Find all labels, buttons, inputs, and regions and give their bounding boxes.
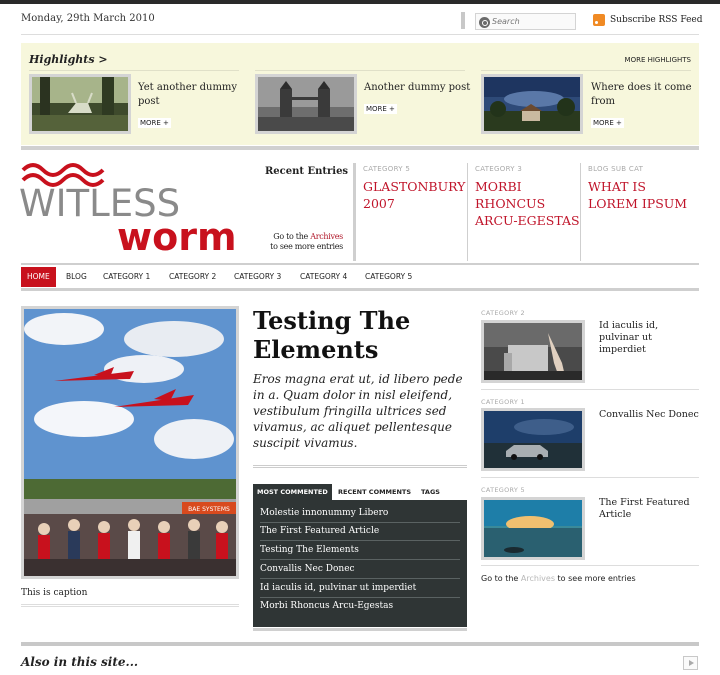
side-title[interactable]: The First Featured Article — [599, 497, 699, 521]
recent-entries-title: Recent Entries — [265, 166, 349, 177]
highlight-title[interactable]: Yet another dummy post — [138, 81, 248, 109]
archive-text: Go to the — [481, 574, 519, 583]
tab-tags[interactable]: TAGS — [417, 484, 444, 500]
site-logo[interactable]: WITLESS worm — [19, 160, 243, 254]
tab-panel: Molestie innonummy Libero The First Feat… — [253, 500, 467, 627]
divider — [21, 146, 699, 150]
archives-link[interactable]: Archives — [310, 232, 343, 241]
side-image[interactable] — [481, 320, 585, 383]
list-item[interactable]: Convallis Nec Donec — [260, 564, 460, 579]
recent-entry[interactable]: CATEGORY 3 MORBI RHONCUS ARCU-EGESTAS — [467, 163, 580, 261]
side-image[interactable] — [481, 497, 585, 560]
divider — [481, 70, 691, 71]
side-image[interactable] — [481, 408, 585, 471]
nav-category-5[interactable]: CATEGORY 5 — [359, 267, 418, 287]
divider — [461, 12, 465, 29]
search-icon[interactable] — [479, 17, 490, 28]
nav-category-2[interactable]: CATEGORY 2 — [163, 267, 222, 287]
divider — [481, 477, 699, 478]
side-archives-note: Go to the Archives to see more entries — [481, 574, 636, 583]
tab-most-commented[interactable]: MOST COMMENTED — [253, 484, 332, 500]
recent-archives-note: Go to the Archives to see more entries — [255, 232, 343, 252]
archive-text: Go to the — [273, 232, 308, 241]
entry-category[interactable]: CATEGORY 3 — [475, 165, 522, 173]
woman-chair-image — [484, 323, 582, 380]
more-button[interactable]: MORE + — [138, 118, 171, 128]
more-button[interactable]: MORE + — [591, 118, 624, 128]
search-box[interactable] — [475, 13, 576, 30]
divider — [21, 604, 239, 607]
list-item[interactable]: The First Featured Article — [260, 526, 460, 541]
divider — [21, 642, 699, 646]
more-button[interactable]: MORE + — [364, 104, 397, 114]
divider — [481, 565, 699, 566]
highlight-title[interactable]: Where does it come from — [591, 81, 701, 109]
top-bar — [0, 0, 720, 4]
entry-headline[interactable]: MORBI RHONCUS ARCU-EGESTAS — [475, 178, 583, 229]
rss-label[interactable]: Subscribe RSS Feed — [610, 15, 703, 25]
divider — [21, 34, 699, 35]
feature-excerpt: Eros magna erat ut, id libero pede in a.… — [253, 372, 463, 450]
more-highlights-link[interactable]: MORE HIGHLIGHTS — [625, 56, 691, 64]
list-item[interactable]: Morbi Rhoncus Arcu-Egestas — [260, 601, 460, 615]
logo-text-worm: worm — [117, 215, 237, 254]
banner-text: BAE SYSTEMS — [188, 506, 230, 513]
side-title[interactable]: Id iaculis id, pulvinar ut imperdiet — [599, 320, 699, 356]
highlight-title[interactable]: Another dummy post — [364, 81, 474, 95]
divider — [253, 628, 467, 631]
tower-bridge-image — [258, 77, 354, 131]
date: Monday, 29th March 2010 — [21, 13, 155, 24]
divider — [29, 70, 239, 71]
tab-recent-comments[interactable]: RECENT COMMENTS — [334, 484, 415, 500]
archive-text: to see more entries — [270, 242, 343, 251]
list-item[interactable]: Id iaculis id, pulvinar ut imperdiet — [260, 583, 460, 598]
highlights-panel: Highlights > MORE HIGHLIGHTS Yet another… — [21, 43, 699, 145]
also-in-site-heading: Also in this site... — [21, 655, 139, 669]
rss-icon[interactable] — [593, 14, 605, 26]
main-nav: HOME BLOG CATEGORY 1 CATEGORY 2 CATEGORY… — [21, 267, 699, 287]
side-title[interactable]: Convallis Nec Donec — [599, 409, 699, 421]
side-category[interactable]: CATEGORY 1 — [481, 398, 525, 406]
entry-category[interactable]: BLOG SUB CAT — [588, 165, 643, 173]
recent-entry[interactable]: CATEGORY 5 GLASTONBURY 2007 — [353, 163, 465, 261]
next-arrow-icon[interactable] — [683, 656, 698, 670]
entry-headline[interactable]: WHAT IS LOREM IPSUM — [588, 178, 696, 212]
entry-category[interactable]: CATEGORY 5 — [363, 165, 410, 173]
search-input[interactable] — [492, 15, 574, 28]
divider — [21, 263, 699, 265]
side-category[interactable]: CATEGORY 5 — [481, 486, 525, 494]
image-caption: This is caption — [21, 588, 88, 598]
list-item[interactable]: Testing The Elements — [260, 545, 460, 560]
divider — [255, 70, 465, 71]
divider — [481, 389, 699, 390]
airshow-image: BAE SYSTEMS — [24, 309, 236, 576]
archive-text: to see more entries — [557, 574, 636, 583]
nav-category-3[interactable]: CATEGORY 3 — [228, 267, 287, 287]
highlight-image[interactable] — [255, 74, 357, 134]
highlight-image[interactable] — [481, 74, 583, 134]
highlights-title[interactable]: Highlights > — [29, 53, 108, 66]
divider — [21, 288, 699, 291]
archives-link[interactable]: Archives — [521, 574, 555, 583]
nav-blog[interactable]: BLOG — [60, 267, 93, 287]
car-desert-image — [484, 411, 582, 468]
highlight-image[interactable] — [29, 74, 131, 134]
sea-sunset-image — [484, 500, 582, 557]
tab-bar: MOST COMMENTED RECENT COMMENTS TAGS — [253, 484, 467, 500]
nav-home[interactable]: HOME — [21, 267, 56, 287]
entry-headline[interactable]: GLASTONBURY 2007 — [363, 178, 471, 212]
recent-entry[interactable]: BLOG SUB CAT WHAT IS LOREM IPSUM — [580, 163, 699, 261]
deer-forest-image — [32, 77, 128, 131]
feature-image[interactable]: BAE SYSTEMS — [21, 306, 239, 579]
feature-title[interactable]: Testing The Elements — [253, 306, 468, 364]
nav-category-1[interactable]: CATEGORY 1 — [97, 267, 156, 287]
side-category[interactable]: CATEGORY 2 — [481, 309, 525, 317]
list-item[interactable]: Molestie innonummy Libero — [260, 508, 460, 523]
divider — [253, 465, 467, 468]
nav-category-4[interactable]: CATEGORY 4 — [294, 267, 353, 287]
cottage-sky-image — [484, 77, 580, 131]
